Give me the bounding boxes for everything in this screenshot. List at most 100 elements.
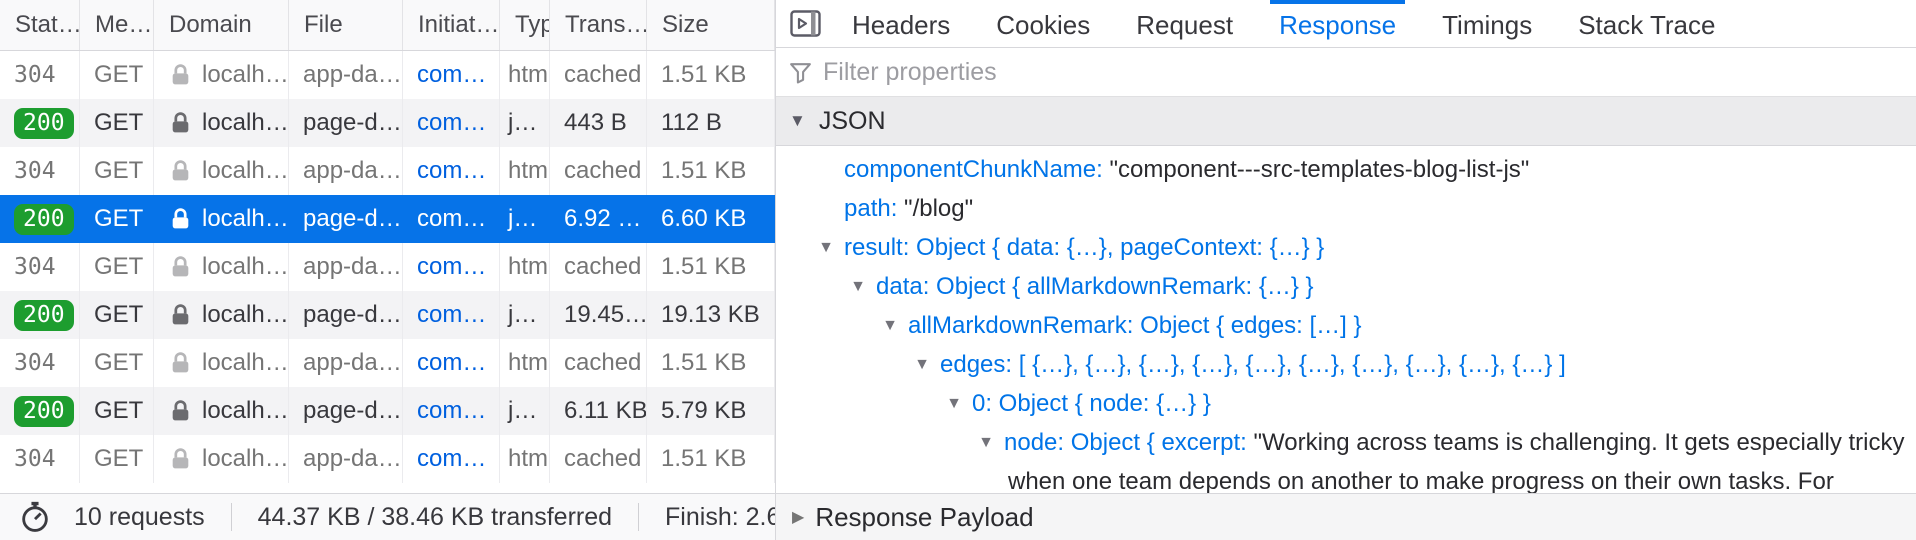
column-header-transferred[interactable]: Trans… bbox=[550, 0, 647, 50]
file-cell: app-da… bbox=[289, 147, 403, 195]
lock-icon bbox=[168, 447, 193, 472]
expand-arrow-icon[interactable]: ▼ bbox=[814, 228, 838, 267]
json-tree-node[interactable]: ▼result: Object { data: {…}, pageContext… bbox=[776, 228, 1916, 267]
json-tree-node[interactable]: ▼data: Object { allMarkdownRemark: {…} } bbox=[776, 267, 1916, 306]
method-cell: GET bbox=[80, 387, 154, 435]
column-header-file[interactable]: File bbox=[289, 0, 403, 50]
network-request-row[interactable]: 200 GET localh… page-d… com… j… 6.11 KB … bbox=[0, 387, 775, 435]
initiator-link[interactable]: com… bbox=[417, 349, 486, 377]
json-section-header[interactable]: ▼ JSON bbox=[776, 97, 1916, 146]
stopwatch-icon[interactable] bbox=[18, 500, 52, 534]
collapse-arrow-icon[interactable]: ▼ bbox=[789, 111, 806, 131]
tab-request[interactable]: Request bbox=[1127, 0, 1242, 47]
method-cell: GET bbox=[80, 147, 154, 195]
lock-icon bbox=[168, 399, 193, 424]
type-cell: j… bbox=[500, 195, 550, 243]
toggle-sidebar-icon[interactable] bbox=[790, 10, 821, 37]
initiator-link[interactable]: com… bbox=[417, 445, 486, 473]
network-request-row[interactable]: 200 GET localh… page-d… com… j… 6.92 … 6… bbox=[0, 195, 775, 243]
json-tree-node[interactable]: ▼node: Object { excerpt: "Working across… bbox=[776, 423, 1916, 493]
initiator-link[interactable]: com… bbox=[417, 253, 486, 281]
finish-time: Finish: 2.65 n bbox=[665, 503, 775, 532]
request-list-panel: Stat… Me… Domain File Initiat… Typ Trans… bbox=[0, 0, 776, 540]
response-payload-section[interactable]: ▶ Response Payload bbox=[776, 493, 1916, 540]
json-tree: ▼ componentChunkName: "component---src-te… bbox=[776, 146, 1916, 493]
request-detail-panel: Headers Cookies Request Response Timings Stac… bbox=[776, 0, 1916, 540]
initiator-link[interactable]: com… bbox=[417, 301, 486, 329]
expand-arrow-icon[interactable]: ▶ bbox=[792, 507, 804, 527]
status-cell: 200 bbox=[0, 291, 80, 339]
json-tree-node[interactable]: ▼edges: [ {…}, {…}, {…}, {…}, {…}, {…}, … bbox=[776, 345, 1916, 384]
expand-arrow-icon[interactable]: ▼ bbox=[974, 423, 998, 462]
network-status-bar: 10 requests 44.37 KB / 38.46 KB transfer… bbox=[0, 493, 775, 540]
devtools-network-panel: Stat… Me… Domain File Initiat… Typ Trans… bbox=[0, 0, 1916, 540]
column-header-domain[interactable]: Domain bbox=[154, 0, 289, 50]
column-header-size[interactable]: Size bbox=[647, 0, 775, 50]
tab-cookies[interactable]: Cookies bbox=[987, 0, 1099, 47]
expand-arrow-icon[interactable]: ▼ bbox=[878, 306, 902, 345]
initiator-cell: com… bbox=[403, 147, 500, 195]
json-tree-node[interactable]: ▼componentChunkName: "component---src-te… bbox=[776, 150, 1916, 189]
transferred-cell: 19.45… bbox=[550, 291, 647, 339]
transferred-cell: cached bbox=[550, 147, 647, 195]
network-request-row[interactable]: 304 GET localh… app-da… com… htm cached … bbox=[0, 339, 775, 387]
column-header-initiator[interactable]: Initiat… bbox=[403, 0, 500, 50]
expand-arrow-icon[interactable]: ▼ bbox=[846, 267, 870, 306]
json-key: componentChunkName: bbox=[844, 156, 1109, 183]
expand-arrow-icon[interactable]: ▼ bbox=[942, 384, 966, 423]
request-table: Stat… Me… Domain File Initiat… Typ Trans… bbox=[0, 0, 775, 493]
initiator-cell: com… bbox=[403, 291, 500, 339]
request-table-header: Stat… Me… Domain File Initiat… Typ Trans… bbox=[0, 0, 775, 51]
filter-properties-input[interactable] bbox=[823, 58, 1916, 87]
size-cell: 112 B bbox=[647, 99, 775, 147]
file-cell: page-d… bbox=[289, 195, 403, 243]
detail-tab-bar: Headers Cookies Request Response Timings Stac… bbox=[776, 0, 1916, 48]
initiator-link[interactable]: com… bbox=[417, 157, 486, 185]
json-key: allMarkdownRemark: Object { edges: […] } bbox=[908, 312, 1362, 339]
transferred-cell: cached bbox=[550, 243, 647, 291]
domain-cell: localh… bbox=[154, 195, 289, 243]
initiator-link[interactable]: com… bbox=[417, 205, 486, 233]
tab-headers[interactable]: Headers bbox=[843, 0, 959, 47]
json-value: "component---src-templates-blog-list-js" bbox=[1109, 156, 1529, 183]
status-cell: 304 bbox=[0, 243, 80, 291]
column-header-status[interactable]: Stat… bbox=[0, 0, 80, 50]
tab-stack-trace[interactable]: Stack Trace bbox=[1569, 0, 1724, 47]
domain-label: localh… bbox=[202, 397, 289, 425]
json-tree-node[interactable]: ▼allMarkdownRemark: Object { edges: […] … bbox=[776, 306, 1916, 345]
network-request-row[interactable]: 200 GET localh… page-d… com… j… 19.45… 1… bbox=[0, 291, 775, 339]
column-header-method[interactable]: Me… bbox=[80, 0, 154, 50]
transferred-cell: 6.92 … bbox=[550, 195, 647, 243]
tab-response[interactable]: Response bbox=[1270, 0, 1405, 47]
network-request-row[interactable]: 304 GET localh… app-da… com… htm cached … bbox=[0, 243, 775, 291]
json-tree-node[interactable]: ▼0: Object { node: {…} } bbox=[776, 384, 1916, 423]
size-cell: 1.51 KB bbox=[647, 339, 775, 387]
status-code: 200 bbox=[14, 108, 74, 139]
json-value: "/blog" bbox=[904, 195, 973, 222]
network-request-row[interactable]: 200 GET localh… page-d… com… j… 443 B 11… bbox=[0, 99, 775, 147]
initiator-link[interactable]: com… bbox=[417, 109, 486, 137]
json-key: data: Object { allMarkdownRemark: {…} } bbox=[876, 273, 1314, 300]
file-cell: app-da… bbox=[289, 243, 403, 291]
tab-timings[interactable]: Timings bbox=[1433, 0, 1541, 47]
status-code: 304 bbox=[14, 254, 56, 280]
network-request-row[interactable]: 304 GET localh… app-da… com… htm cached … bbox=[0, 147, 775, 195]
initiator-cell: com… bbox=[403, 195, 500, 243]
domain-label: localh… bbox=[202, 205, 289, 233]
domain-cell: localh… bbox=[154, 99, 289, 147]
initiator-link[interactable]: com… bbox=[417, 61, 486, 89]
size-cell: 1.51 KB bbox=[647, 243, 775, 291]
status-cell: 304 bbox=[0, 339, 80, 387]
initiator-link[interactable]: com… bbox=[417, 397, 486, 425]
lock-icon bbox=[168, 255, 193, 280]
json-tree-node[interactable]: ▼path: "/blog" bbox=[776, 189, 1916, 228]
expand-arrow-icon[interactable]: ▼ bbox=[910, 345, 934, 384]
initiator-cell: com… bbox=[403, 339, 500, 387]
network-request-row[interactable]: 304 GET localh… app-da… com… htm cached … bbox=[0, 435, 775, 483]
transferred-cell: 6.11 KB bbox=[550, 387, 647, 435]
size-cell: 1.51 KB bbox=[647, 147, 775, 195]
column-header-type[interactable]: Typ bbox=[500, 0, 550, 50]
network-request-row[interactable]: 304 GET localh… app-da… com… htm cached … bbox=[0, 51, 775, 99]
domain-label: localh… bbox=[202, 301, 289, 329]
initiator-cell: com… bbox=[403, 435, 500, 483]
